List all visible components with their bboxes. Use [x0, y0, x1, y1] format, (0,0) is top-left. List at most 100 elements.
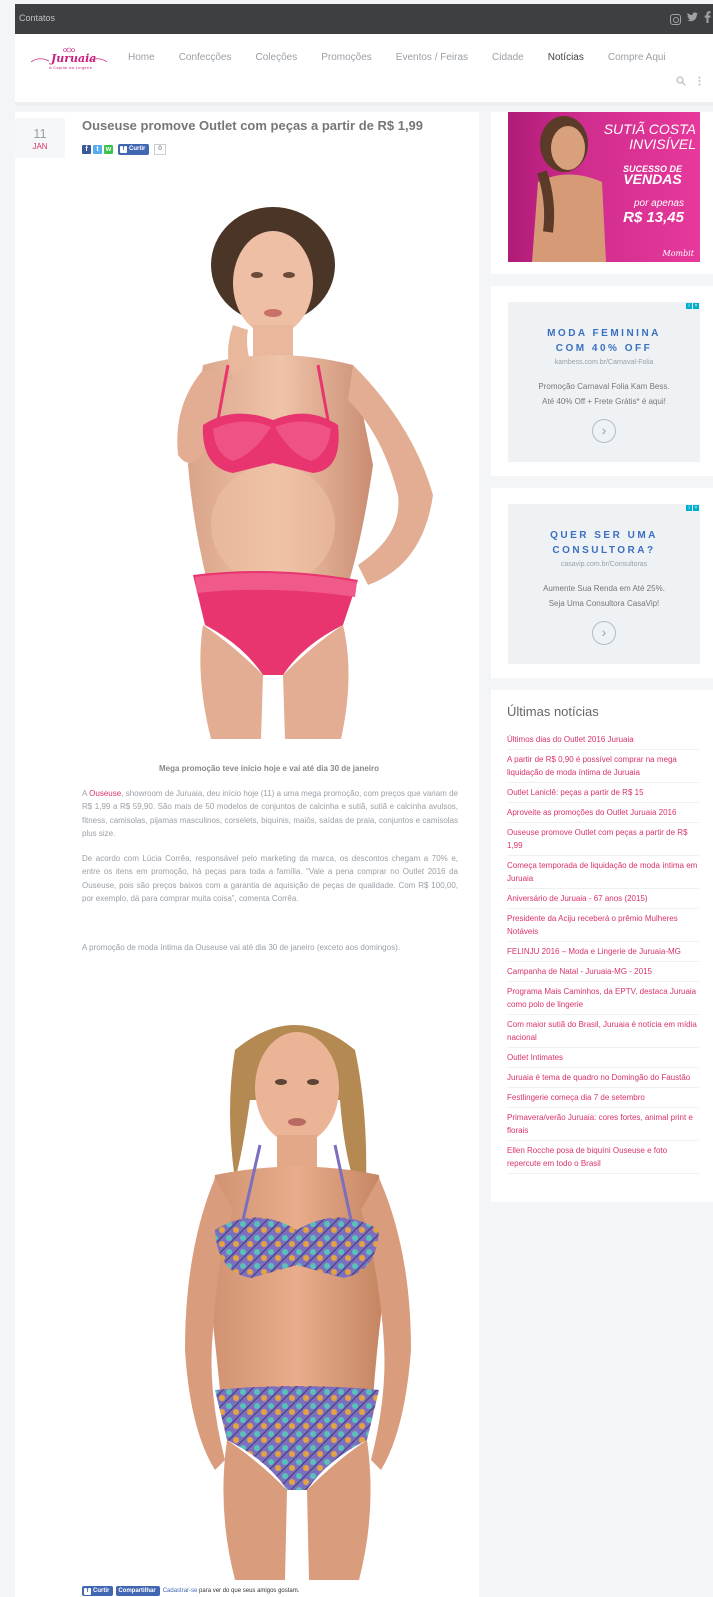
adchoices-icon[interactable]: i ×	[686, 505, 699, 511]
ad-2-description: Aumente Sua Renda em Até 25%. Seja Uma Co…	[518, 581, 690, 611]
news-link[interactable]: Presidente da Aciju receberá o prêmio Mu…	[507, 909, 699, 942]
ad-2-heading: QUER SER UMA CONSULTORA?	[508, 528, 700, 558]
text-ad-1[interactable]: i × MODA FEMININA COM 40% OFF kambess.com.…	[508, 302, 700, 462]
ad-1-heading-line-2: COM 40% OFF	[555, 343, 653, 354]
lingerie-photo-pink	[177, 207, 433, 739]
facebook-icon[interactable]	[704, 11, 711, 27]
news-link[interactable]: Aproveite as promoções do Outlet Juruaia…	[507, 803, 699, 823]
fb-signup-rest: para ver do que seus amigos gostam.	[197, 1588, 300, 1594]
sidebar-banner-widget: SUTIÃ COSTA INVISÍVEL SUCESSO DE VENDAS po…	[491, 112, 713, 274]
ad-1-heading: MODA FEMININA COM 40% OFF	[508, 326, 700, 356]
top-bar: Contatos	[15, 4, 713, 34]
nav-noticias[interactable]: Notícias	[548, 52, 584, 63]
ad-2-desc-line-1: Aumente Sua Renda em Até 25%.	[543, 584, 665, 593]
chevron-right-icon[interactable]: ›	[592, 621, 616, 645]
nav-confeccoes[interactable]: Confecções	[179, 52, 232, 63]
nav-eventos-feiras[interactable]: Eventos / Feiras	[396, 52, 468, 63]
banner-model-image	[532, 116, 606, 262]
news-link[interactable]: Campanha de Natal - Juruaia-MG - 2015	[507, 962, 699, 982]
like-count: 0	[154, 144, 166, 155]
adchoices-icon[interactable]: i ×	[686, 303, 699, 309]
ad-1-url: kambess.com.br/Carnaval-Folia	[554, 359, 654, 366]
news-link[interactable]: Com maior sutiã do Brasil, Juruaia é not…	[507, 1015, 699, 1048]
ad-2-url: casavip.com.br/Consultoras	[560, 561, 648, 568]
fb-like-label: Curtir	[93, 1588, 110, 1594]
fb-share-button[interactable]: Compartilhar	[116, 1586, 160, 1596]
search-icon[interactable]	[676, 76, 686, 89]
sidebar-ad-widget-1: i × MODA FEMININA COM 40% OFF kambess.com.…	[491, 286, 713, 476]
header-icons	[676, 76, 701, 89]
latest-news-list: Últimos dias do Outlet 2016 Juruaia A pa…	[507, 730, 699, 1174]
news-link[interactable]: Começa temporada de liquidação de moda í…	[507, 856, 699, 889]
share-whatsapp-icon[interactable]: w	[104, 145, 113, 154]
banner-line-4: VENDAS	[623, 171, 682, 187]
nav-cidade[interactable]: Cidade	[492, 52, 524, 63]
instagram-icon[interactable]	[670, 13, 681, 25]
banner-price: R$ 13,45	[623, 209, 684, 226]
ad-2-heading-line-2: CONSULTORA?	[552, 545, 656, 556]
nav-compre-aqui[interactable]: Compre Aqui	[608, 52, 666, 63]
fb-signup-link[interactable]: Cadastrar-se	[163, 1588, 198, 1594]
post-day: 11	[33, 126, 47, 141]
fb-signup-text: Cadastrar-se para ver do que seus amigos…	[163, 1588, 300, 1594]
ouseuse-link[interactable]: Ouseuse	[89, 789, 121, 798]
like-button[interactable]: f Curtir	[118, 144, 150, 155]
news-link[interactable]: Juruaia é tema de quadro no Domingão do …	[507, 1068, 699, 1088]
bikini-photo-printed	[185, 1025, 411, 1580]
news-link[interactable]: Últimos dias do Outlet 2016 Juruaia	[507, 730, 699, 750]
ad-1-desc-line-2: Até 40% Off + Frete Grátis* é aqui!	[542, 397, 666, 406]
banner-headline: SUTIÃ COSTA INVISÍVEL	[604, 122, 696, 152]
paragraph-2: De acordo com Lúcia Corrêa, responsável …	[82, 854, 458, 903]
main-nav: Home Confecções Coleções Promoções Event…	[128, 52, 690, 63]
article-column: 11 JAN Ouseuse promove Outlet com peças …	[15, 112, 479, 1597]
ad-2-heading-line-1: QUER SER UMA	[550, 530, 658, 541]
photo-caption: Mega promoção teve início hoje e vai até…	[158, 764, 380, 773]
facebook-icon: f	[84, 1587, 91, 1595]
news-link[interactable]: Aniversário de Juruaia - 67 anos (2015)	[507, 889, 699, 909]
ad-2-desc-line-2: Seja Uma Consultora CasaVip!	[548, 599, 660, 608]
news-link[interactable]: FELINJU 2016 – Moda e Lingerie de Juruai…	[507, 942, 699, 962]
news-link[interactable]: Outlet Laniclê: peças a partir de R$ 15	[507, 783, 699, 803]
promo-banner[interactable]: SUTIÃ COSTA INVISÍVEL SUCESSO DE VENDAS po…	[508, 112, 700, 262]
chevron-right-icon[interactable]: ›	[592, 419, 616, 443]
paragraph-1-text: , showroom de Juruaia, deu início hoje (…	[82, 789, 458, 838]
sidebar-ad-widget-2: i × QUER SER UMA CONSULTORA? casavip.com.b…	[491, 488, 713, 678]
post-date: 11 JAN	[15, 118, 65, 158]
news-link[interactable]: Ouseuse promove Outlet com peças a parti…	[507, 823, 699, 856]
social-links	[670, 11, 711, 27]
post-month: JAN	[32, 142, 48, 151]
nav-promocoes[interactable]: Promoções	[321, 52, 372, 63]
news-link[interactable]: A partir de R$ 0,90 é possível comprar n…	[507, 750, 699, 783]
nav-home[interactable]: Home	[128, 52, 155, 63]
banner-line-1: SUTIÃ COSTA	[603, 121, 696, 137]
like-label: Curtir	[129, 146, 146, 152]
ad-1-description: Promoção Carnaval Folia Kam Bess. Até 40%…	[518, 379, 690, 409]
news-link[interactable]: Ellen Rocche posa de biquíni Ouseuse e f…	[507, 1141, 699, 1174]
ad-1-desc-line-1: Promoção Carnaval Folia Kam Bess.	[538, 382, 670, 391]
banner-price-label: por apenas	[633, 198, 684, 209]
latest-news-widget: Últimas notícias Últimos dias do Outlet …	[491, 690, 713, 1202]
banner-line-2: INVISÍVEL	[629, 136, 696, 152]
share-facebook-icon[interactable]: f	[82, 145, 91, 154]
contacts-link[interactable]: Contatos	[19, 13, 55, 23]
twitter-icon[interactable]	[687, 12, 698, 26]
news-link[interactable]: Primavera/verão Juruaia: cores fortes, a…	[507, 1108, 699, 1141]
ad-1-heading-line-1: MODA FEMININA	[547, 328, 661, 339]
page: Contatos Juruaia A Capital da Lingerie H…	[0, 0, 713, 1597]
paragraph-3: A promoção de moda íntima da Ouseuse vai…	[82, 943, 400, 952]
site-logo[interactable]: Juruaia A Capital da Lingerie	[29, 46, 109, 72]
banner-subhead: SUCESSO DE VENDAS	[623, 164, 682, 186]
text-ad-2[interactable]: i × QUER SER UMA CONSULTORA? casavip.com.b…	[508, 504, 700, 664]
share-bar: f t w f Curtir 0	[82, 144, 166, 155]
news-link[interactable]: Outlet Intimates	[507, 1048, 699, 1068]
fb-like-button[interactable]: f Curtir	[82, 1586, 114, 1596]
news-link[interactable]: Festlingerie começa dia 7 de setembro	[507, 1088, 699, 1108]
nav-colecoes[interactable]: Coleções	[256, 52, 298, 63]
facebook-like-bar: f Curtir Compartilhar Cadastrar-se para v…	[82, 1586, 299, 1596]
share-twitter-icon[interactable]: t	[93, 145, 102, 154]
news-link[interactable]: Programa Mais Caminhos, da EPTV, destaca…	[507, 982, 699, 1015]
latest-news-title: Últimas notícias	[507, 704, 599, 719]
post-title[interactable]: Ouseuse promove Outlet com peças a parti…	[82, 118, 423, 133]
site-header: Juruaia A Capital da Lingerie Home Confe…	[15, 34, 713, 106]
more-icon[interactable]	[698, 76, 701, 89]
